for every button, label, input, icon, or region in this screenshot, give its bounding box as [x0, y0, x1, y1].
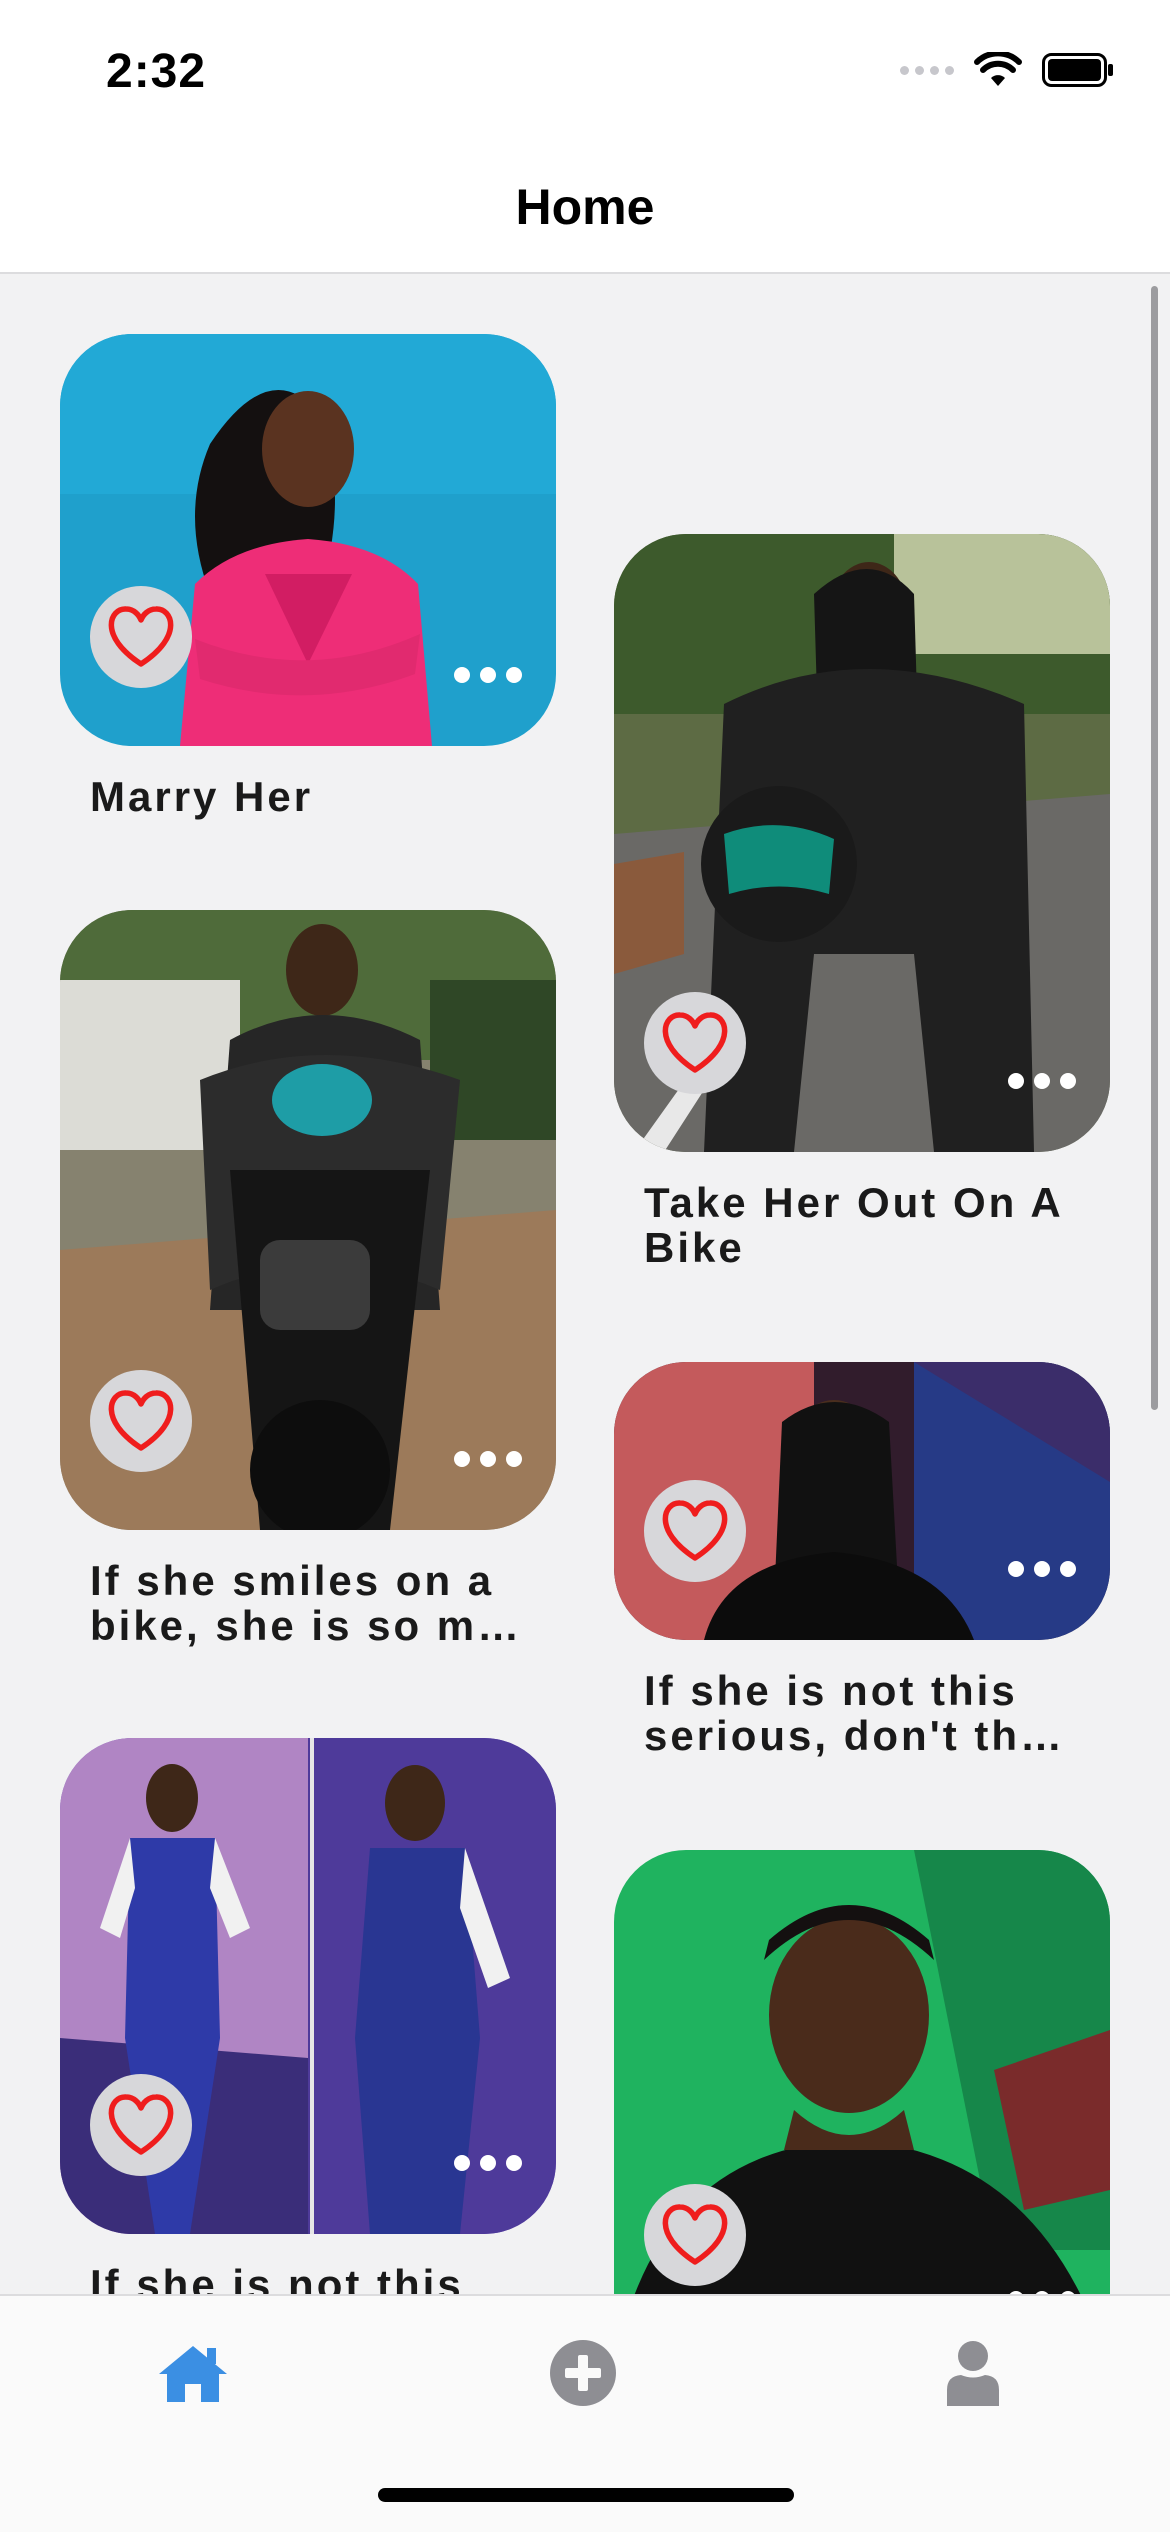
- like-button[interactable]: [644, 2184, 746, 2286]
- masonry-feed[interactable]: Marry Her Take Her Out On A Bike If she …: [0, 274, 1170, 2294]
- scroll-indicator[interactable]: [1151, 286, 1158, 1410]
- heart-outline-icon: [662, 1012, 728, 1073]
- more-options-button[interactable]: [1004, 2284, 1080, 2294]
- page-title: Home: [515, 179, 655, 235]
- heart-outline-icon: [662, 1500, 728, 1561]
- plus-circle-icon: [550, 2340, 616, 2406]
- card-photo[interactable]: [60, 334, 556, 746]
- heart-outline-icon: [108, 1390, 174, 1451]
- feed-card[interactable]: Take Her Out On A Bike: [614, 534, 1110, 1270]
- card-title: If she is not this serious, don't th…: [644, 1667, 1065, 1759]
- more-options-button[interactable]: [450, 660, 526, 690]
- card-title: Take Her Out On A Bike: [644, 1179, 1063, 1271]
- more-options-button[interactable]: [1004, 1554, 1080, 1584]
- more-options-button[interactable]: [1004, 1066, 1080, 1096]
- heart-outline-icon: [662, 2204, 728, 2265]
- home-indicator: [378, 2488, 794, 2502]
- tab-add[interactable]: [538, 2328, 628, 2418]
- card-photo[interactable]: [614, 534, 1110, 1152]
- heart-outline-icon: [108, 606, 174, 667]
- feed-card[interactable]: [614, 1850, 1110, 2294]
- like-button[interactable]: [90, 2074, 192, 2176]
- card-title: If she smiles on a bike, she is so m…: [90, 1557, 523, 1649]
- feed-card[interactable]: Marry Her: [60, 334, 556, 819]
- feed-card[interactable]: If she is not this: [60, 1738, 556, 2294]
- like-button[interactable]: [90, 586, 192, 688]
- feed-card[interactable]: If she smiles on a bike, she is so m…: [60, 910, 556, 1648]
- tab-profile[interactable]: [928, 2328, 1018, 2418]
- cellular-signal-icon: [900, 65, 954, 75]
- status-time: 2:32: [106, 45, 207, 98]
- tab-home[interactable]: [148, 2328, 238, 2418]
- card-photo[interactable]: [614, 1850, 1110, 2294]
- navigation-bar: Home: [0, 140, 1170, 274]
- battery-icon: [1042, 53, 1113, 87]
- home-screen: 2:32 Home Marry Her Take Her Out On A Bi…: [0, 0, 1170, 2532]
- more-options-button[interactable]: [450, 2148, 526, 2178]
- home-icon: [159, 2346, 227, 2402]
- card-title: Marry Her: [90, 773, 314, 820]
- like-button[interactable]: [90, 1370, 192, 1472]
- feed-card[interactable]: If she is not this serious, don't th…: [614, 1362, 1110, 1758]
- card-photo[interactable]: [60, 910, 556, 1530]
- more-options-button[interactable]: [450, 1444, 526, 1474]
- like-button[interactable]: [644, 992, 746, 1094]
- wifi-icon: [974, 52, 1022, 86]
- person-icon: [947, 2341, 999, 2406]
- card-title: If she is not this: [90, 2261, 464, 2294]
- status-indicators: [900, 50, 1114, 90]
- status-bar: 2:32: [0, 0, 1170, 140]
- heart-outline-icon: [108, 2094, 174, 2155]
- like-button[interactable]: [644, 1480, 746, 1582]
- card-photo[interactable]: [60, 1738, 556, 2234]
- card-photo[interactable]: [614, 1362, 1110, 1640]
